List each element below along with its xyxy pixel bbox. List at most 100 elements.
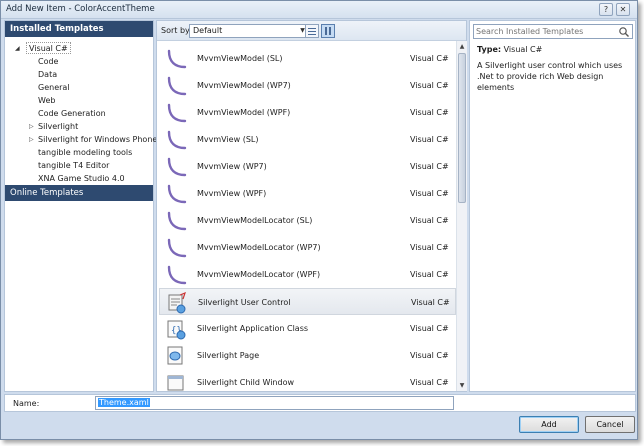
collapsed-arrow-icon[interactable]: ▷ xyxy=(29,133,34,146)
user-control-icon xyxy=(166,291,188,314)
template-language: Visual C# xyxy=(410,162,449,171)
tree-item-xna-game-studio[interactable]: XNA Game Studio 4.0 xyxy=(5,172,153,185)
template-name: MvvmView (WPF) xyxy=(197,189,267,198)
template-language: Visual C# xyxy=(410,189,449,198)
title-bar: Add New Item - ColorAccentTheme ? ✕ xyxy=(1,1,637,19)
template-name: MvvmView (WP7) xyxy=(197,162,267,171)
list-view-icon-line xyxy=(308,34,316,35)
help-button[interactable]: ? xyxy=(599,3,613,16)
template-row[interactable]: {} Silverlight Application Class Visual C# xyxy=(159,315,456,342)
templates-list: MvvmViewModel (SL) Visual C# MvvmViewModel… xyxy=(157,41,456,391)
template-row[interactable]: MvvmViewModel (WP7) Visual C# xyxy=(159,72,456,99)
arc-icon xyxy=(165,129,187,151)
tree-item-code-generation[interactable]: Code Generation xyxy=(5,107,153,120)
scroll-up-icon[interactable]: ▲ xyxy=(457,41,467,52)
tree-item-tangible-t4-editor[interactable]: tangible T4 Editor xyxy=(5,159,153,172)
template-row[interactable]: MvvmViewModel (WPF) Visual C# xyxy=(159,99,456,126)
template-row[interactable]: Silverlight Child Window Visual C# xyxy=(159,369,456,391)
name-input[interactable]: Theme.xaml xyxy=(95,396,454,410)
template-name: MvvmViewModel (WP7) xyxy=(197,81,291,90)
tree-item-silverlight-windows-phone[interactable]: ▷ Silverlight for Windows Phone xyxy=(5,133,157,146)
type-value: Visual C# xyxy=(503,45,543,54)
online-templates-header[interactable]: Online Templates xyxy=(5,185,153,201)
list-view-button[interactable] xyxy=(305,24,319,38)
child-window-icon xyxy=(165,372,187,391)
name-label: Name: xyxy=(13,399,40,408)
template-name: Silverlight User Control xyxy=(198,298,291,307)
installed-templates-header[interactable]: Installed Templates xyxy=(5,21,153,37)
template-row[interactable]: MvvmViewModel (SL) Visual C# xyxy=(159,45,456,72)
scroll-down-icon[interactable]: ▼ xyxy=(457,380,467,391)
tree-item-code[interactable]: Code xyxy=(5,55,153,68)
search-input[interactable] xyxy=(476,26,616,37)
template-language: Visual C# xyxy=(410,243,449,252)
template-row[interactable]: Silverlight Page Visual C# xyxy=(159,342,456,369)
tree-item-tangible-modeling-tools[interactable]: tangible modeling tools xyxy=(5,146,153,159)
tree-item-web[interactable]: Web xyxy=(5,94,153,107)
template-name: Silverlight Child Window xyxy=(197,378,295,387)
template-type: Type: Visual C# xyxy=(477,45,542,54)
sort-value: Default xyxy=(193,26,223,35)
sort-toolbar: Sort by: Default ▼ xyxy=(157,21,466,41)
search-icon[interactable] xyxy=(618,26,630,38)
collapsed-arrow-icon[interactable]: ▷ xyxy=(29,120,34,133)
list-view-icon xyxy=(308,28,316,29)
sort-label: Sort by: xyxy=(161,26,192,35)
template-language: Visual C# xyxy=(410,378,449,387)
add-button[interactable]: Add xyxy=(519,416,579,433)
details-view-button[interactable] xyxy=(321,24,335,38)
arc-icon xyxy=(165,156,187,178)
details-view-icon xyxy=(325,27,327,35)
template-name: MvvmViewModel (WPF) xyxy=(197,108,291,117)
arc-icon xyxy=(165,264,187,286)
tree-item-general[interactable]: General xyxy=(5,81,153,94)
template-row[interactable]: MvvmViewModelLocator (SL) Visual C# xyxy=(159,207,456,234)
template-row[interactable]: MvvmViewModelLocator (WPF) Visual C# xyxy=(159,261,456,288)
type-label: Type: xyxy=(477,45,502,54)
search-box[interactable] xyxy=(473,24,633,39)
templates-tree-panel: Installed Templates ◢ Visual C# Code Dat… xyxy=(4,20,157,392)
arc-icon xyxy=(165,237,187,259)
cancel-button[interactable]: Cancel xyxy=(585,416,635,433)
add-new-item-dialog: Add New Item - ColorAccentTheme ? ✕ Inst… xyxy=(0,0,638,440)
arc-icon xyxy=(165,210,187,232)
list-view-icon-line xyxy=(308,31,316,32)
window-title: Add New Item - ColorAccentTheme xyxy=(6,4,155,14)
name-value: Theme.xaml xyxy=(98,398,150,407)
template-name: Silverlight Page xyxy=(197,351,260,360)
template-name: MvvmViewModel (SL) xyxy=(197,54,283,63)
tree-item-silverlight[interactable]: ▷ Silverlight xyxy=(5,120,153,133)
templates-list-panel: Sort by: Default ▼ MvvmViewModel (SL) Vis… xyxy=(156,20,467,392)
tree-item-visual-csharp[interactable]: ◢ Visual C# xyxy=(5,42,153,55)
template-language: Visual C# xyxy=(410,324,449,333)
details-panel: Type: Visual C# A Silverlight user contr… xyxy=(469,20,636,392)
sort-dropdown[interactable]: Default ▼ xyxy=(189,24,310,38)
template-language: Visual C# xyxy=(410,81,449,90)
template-row[interactable]: MvvmView (SL) Visual C# xyxy=(159,126,456,153)
template-language: Visual C# xyxy=(410,108,449,117)
template-row[interactable]: MvvmView (WPF) Visual C# xyxy=(159,180,456,207)
template-language: Visual C# xyxy=(411,298,450,307)
template-name: MvvmView (SL) xyxy=(197,135,259,144)
templates-scrollbar[interactable]: ▲ ▼ xyxy=(456,41,467,391)
template-row[interactable]: MvvmViewModelLocator (WP7) Visual C# xyxy=(159,234,456,261)
name-row: Name: Theme.xaml xyxy=(4,394,636,412)
expanded-arrow-icon[interactable]: ◢ xyxy=(15,42,20,55)
template-name: MvvmViewModelLocator (WP7) xyxy=(197,243,321,252)
details-view-icon-line xyxy=(329,27,331,35)
template-name: Silverlight Application Class xyxy=(197,324,309,333)
close-button[interactable]: ✕ xyxy=(616,3,630,16)
template-description: A Silverlight user control which uses .N… xyxy=(477,61,623,92)
template-language: Visual C# xyxy=(410,216,449,225)
page-icon xyxy=(165,345,187,367)
template-row[interactable]: Silverlight User Control Visual C# xyxy=(159,288,456,315)
template-row[interactable]: MvvmView (WP7) Visual C# xyxy=(159,153,456,180)
app-class-icon: {} xyxy=(165,318,187,340)
tree-item-data[interactable]: Data xyxy=(5,68,153,81)
template-language: Visual C# xyxy=(410,351,449,360)
template-language: Visual C# xyxy=(410,54,449,63)
scrollbar-thumb[interactable] xyxy=(458,53,466,203)
template-name: MvvmViewModelLocator (WPF) xyxy=(197,270,321,279)
template-language: Visual C# xyxy=(410,135,449,144)
arc-icon xyxy=(165,102,187,124)
